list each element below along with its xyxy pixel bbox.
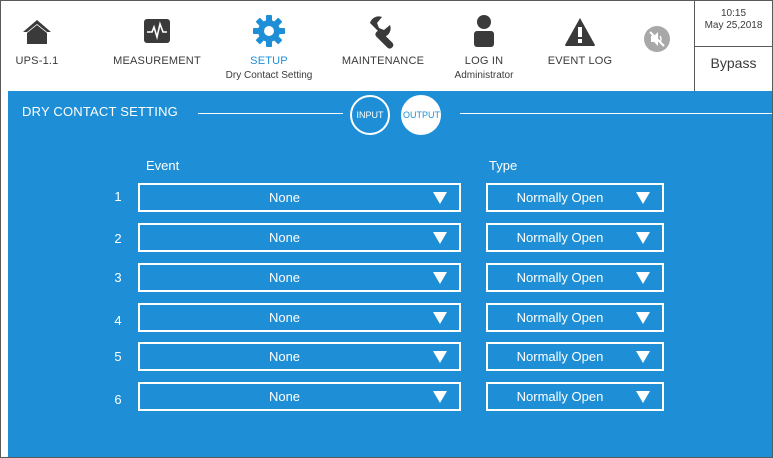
event-dropdown[interactable]: None xyxy=(138,303,461,332)
triangle-down-icon xyxy=(433,272,447,284)
page-title: DRY CONTACT SETTING xyxy=(22,104,178,119)
event-dropdown-value: None xyxy=(268,190,301,205)
nav-label-event-log: EVENT LOG xyxy=(547,55,613,67)
nav-label-maintenance: MAINTENANCE xyxy=(341,55,425,67)
nav-item-ups[interactable]: UPS-1.1 xyxy=(9,1,65,91)
waveform-icon xyxy=(144,19,170,48)
type-dropdown[interactable]: Normally Open xyxy=(486,382,664,411)
event-column-header: Event xyxy=(146,158,180,173)
nav-label-login: LOG IN xyxy=(464,55,504,67)
row-number: 1 xyxy=(114,189,122,204)
nav-label-ups: UPS-1.1 xyxy=(15,55,59,67)
type-dropdown[interactable]: Normally Open xyxy=(486,183,664,212)
speaker-muted-icon xyxy=(643,25,671,58)
event-dropdown[interactable]: None xyxy=(138,263,461,292)
nav-item-event-log[interactable]: EVENT LOG xyxy=(537,1,623,91)
nav-item-measurement[interactable]: MEASUREMENT xyxy=(109,1,205,91)
type-dropdown-value: Normally Open xyxy=(516,270,604,285)
event-dropdown[interactable]: None xyxy=(138,183,461,212)
triangle-down-icon xyxy=(636,232,650,244)
clock: 10:15 May 25,2018 xyxy=(695,3,772,47)
event-dropdown-value: None xyxy=(268,349,301,364)
event-dropdown[interactable]: None xyxy=(138,223,461,252)
triangle-down-icon xyxy=(636,192,650,204)
type-dropdown-value: Normally Open xyxy=(516,349,604,364)
row-number: 4 xyxy=(114,313,122,328)
user-icon xyxy=(472,15,496,52)
title-divider-left xyxy=(198,113,343,114)
triangle-down-icon xyxy=(636,312,650,324)
type-dropdown[interactable]: Normally Open xyxy=(486,303,664,332)
clock-date: May 25,2018 xyxy=(704,20,763,31)
top-navigation-bar: UPS-1.1 MEASUREMENT SETUP Dry Contact Se… xyxy=(1,1,772,91)
nav-item-setup[interactable]: SETUP Dry Contact Setting xyxy=(219,1,319,91)
event-dropdown-value: None xyxy=(268,270,301,285)
app-window: UPS-1.1 MEASUREMENT SETUP Dry Contact Se… xyxy=(0,0,773,458)
type-dropdown[interactable]: Normally Open xyxy=(486,223,664,252)
clock-time: 10:15 xyxy=(720,8,747,19)
nav-sub-setup: Dry Contact Setting xyxy=(225,70,313,81)
event-dropdown[interactable]: None xyxy=(138,382,461,411)
type-dropdown-value: Normally Open xyxy=(516,230,604,245)
dry-contact-panel: DRY CONTACT SETTING INPUT OUTPUT Event T… xyxy=(8,91,772,457)
row-number: 5 xyxy=(114,349,122,364)
triangle-down-icon xyxy=(636,351,650,363)
output-tab-button[interactable]: OUTPUT xyxy=(401,95,441,135)
type-dropdown-value: Normally Open xyxy=(516,190,604,205)
input-tab-button[interactable]: INPUT xyxy=(350,95,390,135)
event-dropdown-value: None xyxy=(268,310,301,325)
type-column-header: Type xyxy=(489,158,518,173)
nav-label-setup: SETUP xyxy=(250,55,288,67)
type-dropdown-value: Normally Open xyxy=(516,389,604,404)
triangle-down-icon xyxy=(433,312,447,324)
type-dropdown-value: Normally Open xyxy=(516,310,604,325)
status-panel: 10:15 May 25,2018 Bypass xyxy=(694,1,772,91)
event-dropdown-value: None xyxy=(268,230,301,245)
nav-label-measurement: MEASUREMENT xyxy=(113,55,201,67)
wrench-icon xyxy=(366,15,400,54)
row-number: 2 xyxy=(114,231,122,246)
title-divider-right xyxy=(460,113,772,114)
home-icon xyxy=(22,19,52,50)
warning-icon xyxy=(564,17,596,52)
row-number: 3 xyxy=(114,270,122,285)
event-dropdown-value: None xyxy=(268,389,301,404)
type-dropdown[interactable]: Normally Open xyxy=(486,342,664,371)
nav-sub-login: Administrator xyxy=(454,70,514,81)
triangle-down-icon xyxy=(433,351,447,363)
triangle-down-icon xyxy=(636,272,650,284)
row-number: 6 xyxy=(114,392,122,407)
mute-button[interactable] xyxy=(637,1,677,91)
type-dropdown[interactable]: Normally Open xyxy=(486,263,664,292)
nav-item-login[interactable]: LOG IN Administrator xyxy=(447,1,521,91)
gear-icon xyxy=(253,15,285,52)
operating-mode: Bypass xyxy=(710,55,757,71)
nav-item-maintenance[interactable]: MAINTENANCE xyxy=(333,1,433,91)
event-dropdown[interactable]: None xyxy=(138,342,461,371)
triangle-down-icon xyxy=(433,391,447,403)
triangle-down-icon xyxy=(433,192,447,204)
triangle-down-icon xyxy=(636,391,650,403)
triangle-down-icon xyxy=(433,232,447,244)
